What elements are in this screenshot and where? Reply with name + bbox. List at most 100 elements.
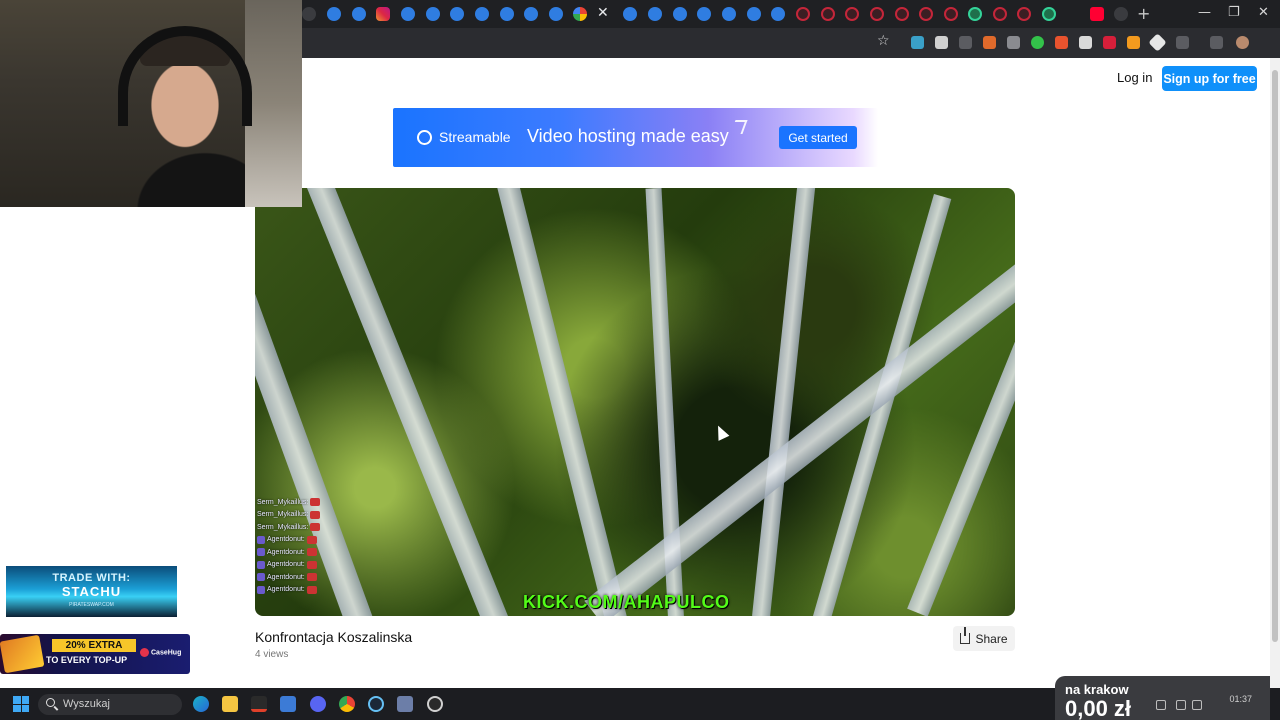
share-icon: [960, 627, 971, 644]
taskbar-search[interactable]: Wyszukaj: [38, 694, 182, 715]
tab-favicon-icon[interactable]: [302, 7, 316, 21]
get-started-button[interactable]: Get started: [779, 126, 857, 149]
fence-bar: [494, 188, 638, 616]
topup-promo-overlay: 20% EXTRA TO EVERY TOP-UP CaseHug: [0, 634, 190, 674]
streamable-logo-icon: [417, 130, 432, 145]
tab-favicon-icon[interactable]: [1114, 7, 1128, 21]
emote-icon: [310, 498, 321, 507]
extension-icon[interactable]: [959, 36, 972, 49]
chat-badge-icon: [257, 548, 265, 557]
share-button[interactable]: Share: [953, 626, 1015, 651]
microphone-icon[interactable]: [1156, 700, 1166, 710]
restore-button[interactable]: ❐: [1228, 5, 1240, 20]
tab-streamable-icon[interactable]: [771, 7, 785, 21]
tab-red-icon[interactable]: [870, 7, 884, 21]
chat-badge-icon: [257, 560, 265, 569]
tab-streamable-icon[interactable]: [697, 7, 711, 21]
extension-icon[interactable]: [935, 36, 948, 49]
edge-icon[interactable]: [193, 696, 209, 712]
tab-streamable-icon[interactable]: [722, 7, 736, 21]
background-shelf: [245, 0, 302, 207]
network-icon[interactable]: [1176, 700, 1186, 710]
tab-streamable-icon[interactable]: [747, 7, 761, 21]
tab-streamable-icon[interactable]: [450, 7, 464, 21]
volume-icon[interactable]: [1192, 700, 1202, 710]
active-tab-close-icon[interactable]: ✕: [597, 5, 609, 21]
extension-icon[interactable]: [1007, 36, 1020, 49]
tab-streamable-icon[interactable]: [475, 7, 489, 21]
tab-green-icon[interactable]: [968, 7, 982, 21]
extension-icon[interactable]: [911, 36, 924, 49]
extension-icon[interactable]: [1055, 36, 1068, 49]
windows-start-icon[interactable]: [13, 696, 29, 712]
video-player[interactable]: Serm_Mykaillus: Serm_Mykaillus: Serm_Myk…: [255, 188, 1015, 616]
kick-channel-overlay: KICK.COM/AHAPULCO: [523, 592, 730, 612]
chat-badge-icon: [257, 585, 265, 594]
extension-icon[interactable]: [1127, 36, 1140, 49]
tab-youtube-icon[interactable]: [1090, 7, 1104, 21]
minimize-button[interactable]: —: [1198, 5, 1211, 20]
chat-badge-icon: [257, 573, 265, 582]
headphones: [118, 26, 252, 126]
tab-google-icon[interactable]: [573, 7, 587, 21]
search-icon: [46, 698, 55, 707]
signup-button[interactable]: Sign up for free: [1162, 66, 1257, 91]
file-explorer-icon[interactable]: [222, 696, 238, 712]
tab-red-icon[interactable]: [944, 7, 958, 21]
video-title: Konfrontacja Koszalinska: [255, 629, 413, 645]
tab-red-icon[interactable]: [821, 7, 835, 21]
screen: ✕ + — ❐ ✕ ☆ Log in Sign up for free Stre…: [0, 0, 1280, 720]
extension-icon[interactable]: [1031, 36, 1044, 49]
tab-streamable-icon[interactable]: [352, 7, 366, 21]
trade-line-2: STACHU: [61, 584, 122, 599]
tab-streamable-icon[interactable]: [549, 7, 563, 21]
emote-icon: [310, 510, 321, 519]
tab-red-icon[interactable]: [796, 7, 810, 21]
chat-username: Serm_Mykaillus:: [257, 511, 309, 519]
tab-streamable-icon[interactable]: [500, 7, 514, 21]
login-link[interactable]: Log in: [1117, 70, 1152, 88]
tab-red-icon[interactable]: [919, 7, 933, 21]
steam-icon[interactable]: [368, 696, 384, 712]
store-icon[interactable]: [280, 696, 296, 712]
scrollbar-thumb[interactable]: [1272, 70, 1278, 642]
close-window-button[interactable]: ✕: [1258, 5, 1269, 20]
chrome-icon[interactable]: [339, 696, 355, 712]
app-icon[interactable]: [251, 696, 267, 712]
extension-icon[interactable]: [1210, 36, 1223, 49]
chat-username: Agentdonut:: [267, 573, 305, 581]
settings-icon[interactable]: [427, 696, 443, 712]
tab-streamable-icon[interactable]: [623, 7, 637, 21]
tab-streamable-icon[interactable]: [524, 7, 538, 21]
tab-red-icon[interactable]: [1017, 7, 1031, 21]
tab-streamable-icon[interactable]: [648, 7, 662, 21]
tab-red-icon[interactable]: [845, 7, 859, 21]
tab-streamable-icon[interactable]: [673, 7, 687, 21]
taskbar-clock[interactable]: 01:37: [1226, 694, 1252, 704]
tab-red-icon[interactable]: [895, 7, 909, 21]
page-scrollbar[interactable]: [1270, 58, 1280, 688]
profile-avatar[interactable]: [1236, 36, 1249, 49]
chat-username: Agentdonut:: [267, 548, 305, 556]
tab-streamable-icon[interactable]: [327, 7, 341, 21]
tab-red-icon[interactable]: [993, 7, 1007, 21]
tab-instagram-icon[interactable]: [376, 7, 390, 21]
tab-green-icon[interactable]: [1042, 7, 1056, 21]
emote-icon: [310, 523, 321, 532]
tab-streamable-icon[interactable]: [426, 7, 440, 21]
sparkle-icon: [730, 120, 748, 134]
bookmark-star-icon[interactable]: ☆: [877, 33, 890, 49]
widget-location: na krakow: [1065, 682, 1129, 697]
calculator-icon[interactable]: [397, 696, 413, 712]
extension-icon[interactable]: [1103, 36, 1116, 49]
discord-icon[interactable]: [310, 696, 326, 712]
fence-bar: [752, 188, 816, 616]
extension-icon[interactable]: [1079, 36, 1092, 49]
emote-icon: [306, 560, 317, 569]
streamable-ad-banner[interactable]: Streamable Video hosting made easy Get s…: [393, 108, 878, 167]
new-tab-button[interactable]: +: [1137, 4, 1150, 23]
tab-streamable-icon[interactable]: [401, 7, 415, 21]
extension-icon[interactable]: [983, 36, 996, 49]
extension-icon[interactable]: [1176, 36, 1189, 49]
chat-username: Serm_Mykaillus:: [257, 523, 309, 531]
